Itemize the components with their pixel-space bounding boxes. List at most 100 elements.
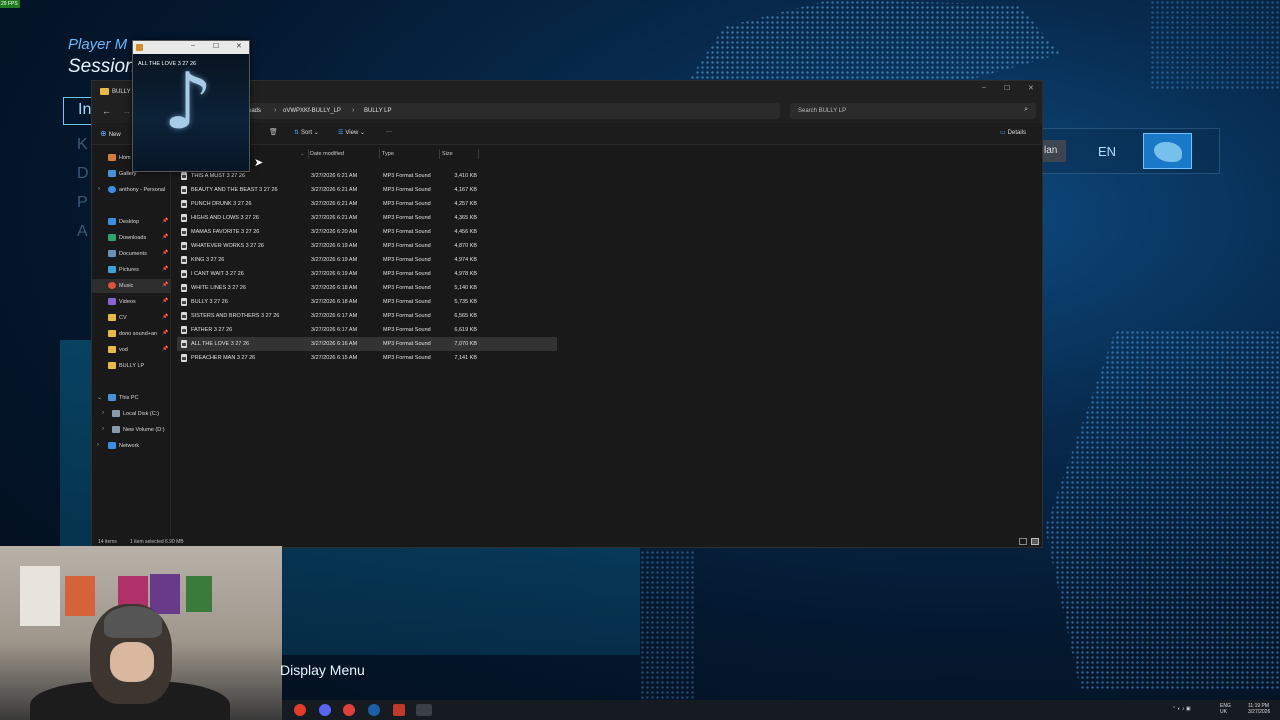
minimize-button[interactable]: – bbox=[982, 84, 986, 91]
file-type: MP3 Format Sound bbox=[383, 341, 431, 347]
file-date: 3/27/2026 6:19 AM bbox=[311, 257, 358, 263]
new-button[interactable]: ⊕ New bbox=[100, 129, 121, 138]
column-header-size[interactable]: Size bbox=[442, 151, 453, 157]
chevron-right-icon[interactable]: › bbox=[97, 442, 99, 448]
details-view-icon[interactable] bbox=[1019, 538, 1027, 545]
sidebar-item-desktop[interactable]: Desktop 📌 bbox=[92, 215, 171, 229]
pin-icon[interactable]: 📌 bbox=[162, 330, 168, 336]
maximize-button[interactable]: ☐ bbox=[1004, 84, 1010, 92]
file-name: MAMAS FAVORITE 3 27 26 bbox=[191, 229, 260, 235]
file-row[interactable]: I CANT WAIT 3 27 26 3/27/2026 6:19 AM MP3 … bbox=[177, 267, 557, 281]
search-input[interactable]: Search BULLY LP ⌕ bbox=[790, 103, 1036, 119]
close-button[interactable]: ✕ bbox=[1028, 84, 1034, 92]
player-close-button[interactable]: ✕ bbox=[236, 42, 242, 50]
chevron-down-icon[interactable]: ⌄ bbox=[300, 151, 305, 157]
game-menu-letter[interactable]: K bbox=[77, 130, 89, 159]
column-divider[interactable] bbox=[439, 149, 440, 159]
column-divider[interactable] bbox=[308, 149, 309, 159]
view-label: View bbox=[345, 130, 359, 136]
file-row[interactable]: HIGHS AND LOWS 3 27 26 3/27/2026 6:21 AM M… bbox=[177, 211, 557, 225]
sidebar-item-new-volume[interactable]: › New Volume (D:) bbox=[92, 423, 171, 437]
sidebar-label: This PC bbox=[119, 395, 139, 401]
sidebar-label: CV bbox=[119, 315, 127, 321]
chevron-right-icon[interactable]: › bbox=[102, 426, 104, 432]
sidebar-item-local-disk[interactable]: › Local Disk (C:) bbox=[92, 407, 171, 421]
steam-icon[interactable] bbox=[368, 704, 380, 716]
language-en-option[interactable]: EN bbox=[1098, 144, 1116, 159]
pin-icon[interactable]: 📌 bbox=[162, 282, 168, 288]
file-type: MP3 Format Sound bbox=[383, 215, 431, 221]
game-side-menu: K D P A bbox=[77, 130, 89, 246]
chevron-right-icon[interactable]: › bbox=[98, 186, 100, 192]
file-row[interactable]: BEAUTY AND THE BEAST 3 27 26 3/27/2026 6:… bbox=[177, 183, 557, 197]
forward-arrow-icon[interactable]: → bbox=[122, 106, 131, 116]
pin-icon[interactable]: 📌 bbox=[162, 266, 168, 272]
tray-icons[interactable]: ⌃ ◐ ♪ ▣ bbox=[1172, 706, 1191, 712]
game-menu-letter[interactable]: D bbox=[77, 159, 89, 188]
more-options-button[interactable]: ··· bbox=[386, 129, 392, 135]
file-row[interactable]: SISTERS AND BROTHERS 3 27 26 3/27/2026 6:… bbox=[177, 309, 557, 323]
file-row[interactable]: MAMAS FAVORITE 3 27 26 3/27/2026 6:20 AM M… bbox=[177, 225, 557, 239]
sidebar-item-music[interactable]: Music 📌 bbox=[92, 279, 171, 293]
sidebar-item-vod[interactable]: vod 📌 bbox=[92, 343, 171, 357]
column-header-date[interactable]: Date modified bbox=[310, 151, 344, 157]
tiles-view-icon[interactable] bbox=[1031, 538, 1039, 545]
breadcrumb-item[interactable]: BULLY LP bbox=[364, 108, 391, 114]
app-icon[interactable] bbox=[393, 704, 405, 716]
mp3-file-icon bbox=[181, 200, 187, 208]
breadcrumb-item[interactable]: oVWPXKf-BULLY_LP bbox=[283, 108, 341, 114]
view-button[interactable]: ☰ View ⌄ bbox=[338, 129, 365, 136]
display-menu-label[interactable]: Display Menu bbox=[280, 662, 365, 678]
address-bar[interactable]: oads › oVWPXKf-BULLY_LP › BULLY LP bbox=[242, 103, 780, 119]
pin-icon[interactable]: 📌 bbox=[162, 298, 168, 304]
opera-gx-icon[interactable] bbox=[294, 704, 306, 716]
sidebar-item-pictures[interactable]: Pictures 📌 bbox=[92, 263, 171, 277]
sidebar-item-dono[interactable]: dono sound+an 📌 bbox=[92, 327, 171, 341]
region-map-icon[interactable] bbox=[1143, 133, 1192, 169]
sidebar-item-bully-lp[interactable]: BULLY LP bbox=[92, 359, 171, 373]
game-menu-letter[interactable]: P bbox=[77, 188, 89, 217]
chevron-down-icon[interactable]: ⌄ bbox=[97, 394, 102, 401]
sidebar-item-network[interactable]: › Network bbox=[92, 439, 171, 453]
game-menu-letter[interactable]: A bbox=[77, 217, 89, 246]
player-titlebar[interactable]: – ☐ ✕ bbox=[133, 41, 249, 54]
pin-icon[interactable]: 📌 bbox=[162, 346, 168, 352]
sidebar-item-cv[interactable]: CV 📌 bbox=[92, 311, 171, 325]
file-row[interactable]: WHATEVER WORKS 3 27 26 3/27/2026 6:19 AM M… bbox=[177, 239, 557, 253]
language-strip bbox=[1042, 128, 1220, 174]
sidebar-item-videos[interactable]: Videos 📌 bbox=[92, 295, 171, 309]
file-row[interactable]: KING 3 27 26 3/27/2026 6:19 AM MP3 Format … bbox=[177, 253, 557, 267]
sidebar-item-this-pc[interactable]: ⌄ This PC bbox=[92, 391, 171, 405]
language-option[interactable]: lan bbox=[1042, 140, 1066, 162]
sidebar-item-onedrive[interactable]: › anthony - Personal bbox=[92, 183, 171, 197]
discord-icon[interactable] bbox=[319, 704, 331, 716]
media-player-taskbar-icon[interactable] bbox=[416, 704, 432, 716]
column-header-type[interactable]: Type bbox=[382, 151, 394, 157]
pin-icon[interactable]: 📌 bbox=[162, 218, 168, 224]
delete-icon[interactable]: 🗑 bbox=[269, 128, 278, 136]
column-divider[interactable] bbox=[478, 149, 479, 159]
language-indicator[interactable]: ENG UK bbox=[1220, 703, 1231, 715]
sidebar-item-downloads[interactable]: Downloads 📌 bbox=[92, 231, 171, 245]
sidebar-label: Documents bbox=[119, 251, 147, 257]
file-row[interactable]: ALL THE LOVE 3 27 26 3/27/2026 6:16 AM MP3… bbox=[177, 337, 557, 351]
pin-icon[interactable]: 📌 bbox=[162, 234, 168, 240]
chevron-right-icon[interactable]: › bbox=[102, 410, 104, 416]
app-icon[interactable] bbox=[343, 704, 355, 716]
file-row[interactable]: BULLY 3 27 26 3/27/2026 6:18 AM MP3 Format… bbox=[177, 295, 557, 309]
pin-icon[interactable]: 📌 bbox=[162, 314, 168, 320]
back-arrow-icon[interactable]: ← bbox=[102, 106, 111, 116]
clock[interactable]: 11:19 PM 3/27/2026 bbox=[1248, 703, 1270, 715]
file-row[interactable]: PUNCH DRUNK 3 27 26 3/27/2026 6:21 AM MP3 … bbox=[177, 197, 557, 211]
file-row[interactable]: PREACHER MAN 3 27 26 3/27/2026 6:15 AM MP3… bbox=[177, 351, 557, 365]
player-minimize-button[interactable]: – bbox=[191, 42, 195, 49]
details-button[interactable]: ▭ Details bbox=[1000, 129, 1026, 136]
sort-button[interactable]: ⇅ Sort ⌄ bbox=[294, 129, 319, 136]
search-icon[interactable]: ⌕ bbox=[1024, 106, 1028, 114]
file-row[interactable]: WHITE LINES 3 27 26 3/27/2026 6:18 AM MP3 … bbox=[177, 281, 557, 295]
player-maximize-button[interactable]: ☐ bbox=[213, 42, 219, 50]
column-divider[interactable] bbox=[379, 149, 380, 159]
sidebar-item-documents[interactable]: Documents 📌 bbox=[92, 247, 171, 261]
pin-icon[interactable]: 📌 bbox=[162, 250, 168, 256]
file-row[interactable]: FATHER 3 27 26 3/27/2026 6:17 AM MP3 Forma… bbox=[177, 323, 557, 337]
